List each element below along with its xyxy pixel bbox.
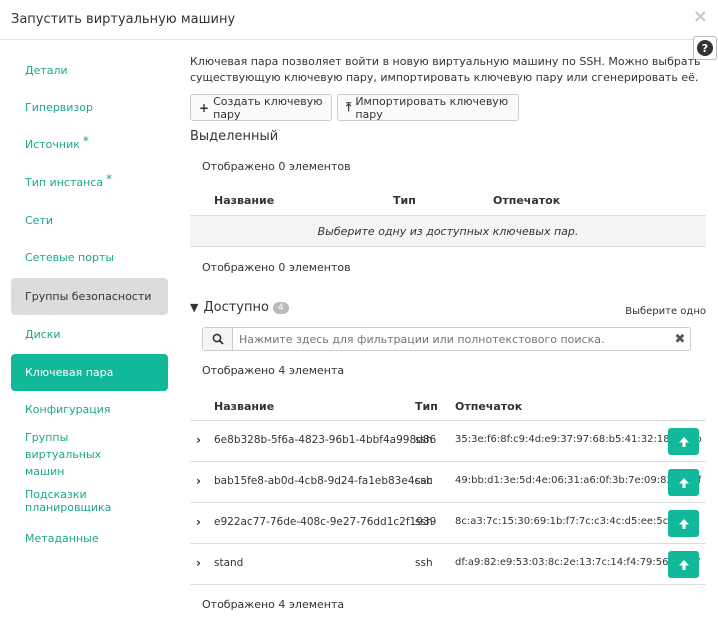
allocated-title: Выделенный — [190, 129, 279, 144]
sidebar-item-label: Сети — [25, 214, 54, 227]
sidebar-item-configuration[interactable]: Конфигурация — [11, 391, 168, 428]
allocated-count-top: Отображено 0 элементов — [202, 160, 351, 173]
allocated-count-bottom: Отображено 0 элементов — [202, 261, 351, 274]
sidebar-item-details[interactable]: Детали — [11, 52, 168, 89]
row-name: 6e8b328b-5f6a-4823-96b1-4bbf4a998d86 — [214, 434, 437, 446]
allocated-empty-row: Выберите одну из доступных ключевых пар. — [190, 216, 706, 246]
available-col-name[interactable]: Название — [214, 400, 274, 413]
sidebar-item-label: Конфигурация — [25, 403, 111, 416]
close-icon[interactable]: × — [693, 8, 708, 26]
arrow-up-icon — [678, 436, 689, 447]
row-fingerprint: 8c:a3:7c:15:30:69:1b:f7:7c:c3:4c:d5:ee:5… — [455, 516, 698, 527]
allocated-col-fingerprint[interactable]: Отпечаток — [493, 194, 560, 207]
sidebar-item-label: Метаданные — [25, 532, 99, 545]
available-count-top: Отображено 4 элемента — [202, 364, 345, 377]
row-name: bab15fe8-ab0d-4cb8-9d24-fa1eb83e4cac — [214, 475, 433, 487]
sidebar-item-network-ports[interactable]: Сетевые порты — [11, 239, 168, 276]
available-col-type[interactable]: Тип — [415, 400, 438, 413]
arrow-up-icon — [678, 559, 689, 570]
button-label: Создать ключевую пару — [213, 94, 323, 121]
key-pair-description: Ключевая пара позволяет войти в новую ви… — [190, 55, 701, 84]
allocate-button[interactable] — [668, 469, 699, 496]
sidebar-item-key-pair[interactable]: Ключевая пара — [11, 354, 168, 391]
button-label: Импортировать ключевую пару — [355, 94, 509, 121]
required-marker: * — [106, 171, 113, 186]
upload-icon: ⤒ — [346, 100, 352, 114]
arrow-up-icon — [678, 518, 689, 529]
sidebar-item-label: Диски — [25, 328, 61, 341]
sidebar-item-label: Подсказки планировщика — [25, 487, 112, 514]
allocate-button[interactable] — [668, 510, 699, 537]
divider — [190, 584, 706, 585]
sidebar-item-flavor[interactable]: Тип инстанса * — [11, 164, 168, 201]
allocated-col-name[interactable]: Название — [214, 194, 274, 207]
row-type: ssh — [415, 557, 433, 569]
search-icon[interactable] — [203, 328, 233, 350]
search-bar: ✖ — [202, 327, 691, 351]
chevron-right-icon[interactable]: › — [196, 515, 201, 529]
available-count-bottom: Отображено 4 элемента — [202, 598, 345, 611]
row-fingerprint: 35:3e:f6:8f:c9:4d:e9:37:97:68:b5:41:32:1… — [455, 434, 702, 445]
sidebar-item-label: Группы безопасности — [25, 290, 152, 303]
chevron-down-icon: ▼ — [190, 301, 199, 314]
sidebar-item-source[interactable]: Источник * — [11, 126, 168, 163]
sidebar-item-scheduler-hints[interactable]: Подсказки планировщика — [11, 482, 168, 519]
allocated-col-type[interactable]: Тип — [393, 194, 416, 207]
chevron-right-icon[interactable]: › — [196, 556, 201, 570]
required-marker: * — [82, 133, 89, 148]
sidebar-item-metadata[interactable]: Метаданные — [11, 520, 168, 557]
sidebar-item-label: Источник — [25, 138, 80, 151]
allocate-button[interactable] — [668, 428, 699, 455]
row-fingerprint: df:a9:82:e9:53:03:8c:2e:13:7c:14:f4:79:5… — [455, 557, 701, 568]
sidebar-item-server-groups[interactable]: Группы виртуальных машин — [11, 430, 136, 478]
sidebar-item-label: Группы виртуальных машин — [25, 430, 102, 478]
sidebar-item-security-groups[interactable]: Группы безопасности — [11, 278, 168, 315]
arrow-up-icon — [678, 477, 689, 488]
pick-one-hint: Выберите одно — [625, 306, 706, 317]
sidebar-item-label: Сетевые порты — [25, 251, 115, 264]
allocate-button[interactable] — [668, 551, 699, 578]
row-name: stand — [214, 557, 244, 569]
create-key-pair-button[interactable]: + Создать ключевую пару — [190, 94, 332, 121]
available-col-fingerprint[interactable]: Отпечаток — [455, 400, 522, 413]
sidebar-item-hypervisor[interactable]: Гипервизор — [11, 89, 168, 126]
available-count-badge: 4 — [272, 301, 289, 314]
clear-icon[interactable]: ✖ — [670, 328, 690, 350]
import-key-pair-button[interactable]: ⤒ Импортировать ключевую пару — [337, 94, 519, 121]
table-row: › 6e8b328b-5f6a-4823-96b1-4bbf4a998d86 s… — [190, 421, 706, 461]
sidebar-item-networks[interactable]: Сети — [11, 202, 168, 239]
sidebar-item-disks[interactable]: Диски — [11, 316, 168, 353]
table-row: › e922ac77-76de-408c-9e27-76dd1c2f1939 s… — [190, 503, 706, 543]
sidebar-item-label: Гипервизор — [25, 101, 93, 114]
divider — [190, 246, 706, 247]
table-row: › stand ssh df:a9:82:e9:53:03:8c:2e:13:7… — [190, 544, 706, 584]
row-name: e922ac77-76de-408c-9e27-76dd1c2f1939 — [214, 516, 437, 528]
sidebar-item-label: Ключевая пара — [25, 366, 114, 379]
table-row: › bab15fe8-ab0d-4cb8-9d24-fa1eb83e4cac s… — [190, 462, 706, 502]
row-fingerprint: 49:bb:d1:3e:5d:4e:06:31:a6:0f:3b:7e:09:8… — [455, 475, 702, 486]
search-input[interactable] — [233, 328, 670, 350]
sidebar-item-label: Тип инстанса — [25, 176, 104, 189]
plus-icon: + — [199, 100, 210, 115]
modal-title: Запустить виртуальную машину — [11, 12, 236, 27]
row-type: ssh — [415, 434, 433, 446]
sidebar-item-label: Детали — [25, 64, 68, 77]
chevron-right-icon[interactable]: › — [196, 474, 201, 488]
row-type: ssh — [415, 516, 433, 528]
available-title: Доступно — [203, 300, 269, 315]
chevron-right-icon[interactable]: › — [196, 433, 201, 447]
available-toggle[interactable]: ▼ Доступно 4 — [190, 300, 289, 315]
modal-header: Запустить виртуальную машину — [0, 0, 718, 40]
row-type: ssh — [415, 475, 433, 487]
